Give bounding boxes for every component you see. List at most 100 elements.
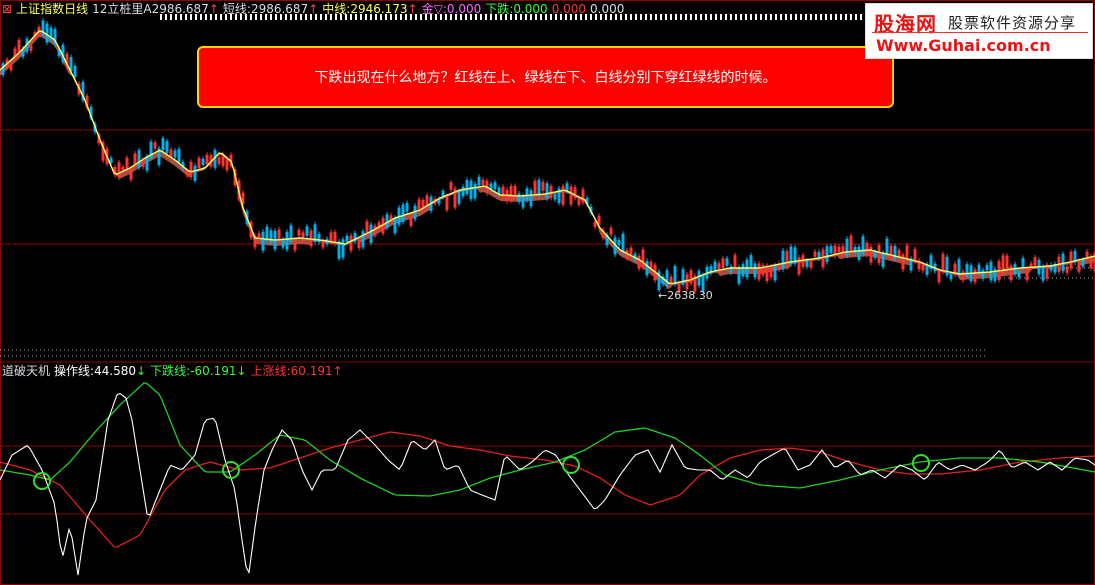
candle-body (725, 258, 729, 266)
up-line-value: 60.191 (290, 364, 333, 378)
candle-body (193, 165, 197, 181)
candle-body (465, 180, 469, 194)
candle-body (261, 231, 265, 251)
candle-body (345, 235, 349, 242)
op-label: 操作线: (54, 364, 95, 378)
candle-body (73, 65, 77, 78)
short-value: 2986.687 (250, 2, 309, 16)
gold-value: 0.000 (446, 2, 482, 16)
candle-body (553, 194, 557, 200)
candle-body (697, 271, 701, 286)
candle-body (873, 251, 877, 258)
arrow-short: ↑ (308, 2, 319, 16)
candle-body (69, 57, 73, 72)
candle-body (137, 150, 141, 168)
candle-body (665, 270, 669, 287)
candle-body (985, 264, 989, 271)
close-icon[interactable]: ⊠ (2, 2, 12, 16)
candle-body (1021, 258, 1025, 268)
candle-body (741, 264, 745, 277)
candle-body (45, 23, 49, 43)
candle-body (545, 183, 549, 199)
crossover-marker (222, 461, 240, 479)
candle-body (281, 239, 285, 248)
candle-body (177, 148, 181, 163)
candle-body (925, 264, 929, 275)
candle-body (957, 259, 961, 275)
main-chart-title: 上证指数日线 (16, 2, 89, 16)
candle-body (269, 230, 273, 243)
up-line-arrow: ↑ (332, 364, 343, 378)
candle-body (673, 266, 677, 285)
candle-body (173, 150, 177, 158)
logo-divider (872, 32, 1088, 33)
candle-body (477, 176, 481, 186)
low-price-marker: ←2638.30 (658, 289, 713, 302)
candle-body (165, 141, 169, 153)
candle-body (753, 263, 757, 278)
chart-window: ⊠ 上证指数日线 12立桩里A2986.687↑ 短线:2986.687↑ 中线:294… (0, 0, 1095, 585)
candle-body (521, 195, 525, 208)
candle-body (881, 252, 885, 267)
candle-body (885, 238, 889, 255)
gold-label: 金▽: (421, 2, 447, 16)
candle-body (817, 251, 821, 259)
short-label: 短线: (222, 2, 251, 16)
indicator-name: 12立桩里A (92, 2, 152, 16)
candle-body (413, 205, 417, 220)
candle-body (145, 156, 149, 171)
candle-body (565, 183, 569, 192)
candle-body (781, 250, 785, 270)
mid-value: 2946.173 (350, 2, 408, 16)
candle-body (361, 231, 365, 248)
down-line-value: -60.191 (190, 364, 237, 378)
candle-body (109, 157, 113, 164)
op-arrow: ↓ (136, 364, 147, 378)
indicator-value-a: 2986.687 (151, 2, 209, 16)
candle-body (401, 204, 405, 222)
down-value: 0.000 (513, 2, 548, 16)
callout-text: 下跌出现在什么地方？红线在上、绿线在下、白线分别下穿红绿线的时候。 (314, 70, 777, 86)
candle-body (1041, 266, 1045, 281)
extra-value-2: 0.000 (590, 2, 625, 16)
candle-body (473, 183, 477, 199)
candle-body (805, 260, 809, 267)
sub-chart-title: 道破天机 (2, 364, 51, 378)
candle-body (393, 217, 397, 234)
candle-body (305, 226, 309, 236)
candle-body (517, 193, 521, 203)
arrow-a: ↑ (208, 2, 219, 16)
candle-body (493, 182, 497, 190)
candle-body (1061, 253, 1065, 272)
watermark-logo: 股海网 股票软件资源分享 Www.Guhai.com.cn (865, 3, 1093, 59)
candle-body (645, 260, 649, 276)
candle-body (341, 239, 345, 258)
candle-body (617, 240, 621, 246)
candle-body (457, 190, 461, 204)
candle-body (825, 246, 829, 263)
candle-body (829, 246, 833, 253)
down-label: 下跌: (485, 2, 514, 16)
candle-body (857, 246, 861, 260)
candle-body (977, 264, 981, 273)
mid-label: 中线: (322, 2, 351, 16)
candle-body (737, 266, 741, 284)
candle-body (57, 49, 61, 56)
sub-panel-header: 道破天机 操作线:44.580↓ 下跌线:-60.191↓ 上涨线:60.191↑ (2, 364, 347, 378)
arrow-mid: ↑ (407, 2, 418, 16)
candle-body (773, 265, 777, 281)
down-line-label: 下跌线: (150, 364, 191, 378)
main-panel-header: ⊠ 上证指数日线 12立桩里A2986.687↑ 短线:2986.687↑ 中线:294… (2, 2, 628, 16)
candle-body (161, 138, 165, 151)
red-line (0, 431, 1095, 548)
candle-body (949, 274, 953, 280)
candle-body (461, 186, 465, 197)
candle-body (621, 233, 625, 253)
candle-body (1, 63, 5, 76)
down-line-arrow: ↓ (236, 364, 247, 378)
candle-body (285, 231, 289, 250)
candle-body (1081, 259, 1085, 267)
candle-body (337, 241, 341, 259)
candle-body (537, 179, 541, 196)
up-line-label: 上涨线: (250, 364, 291, 378)
